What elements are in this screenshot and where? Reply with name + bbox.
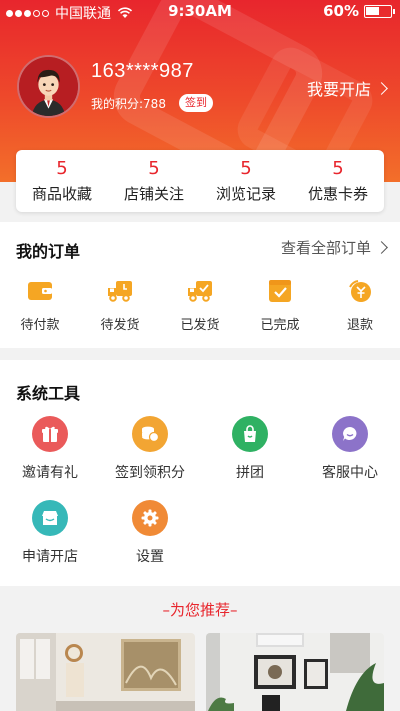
- refund-icon: [349, 280, 371, 302]
- order-pending-payment[interactable]: 待付款: [0, 278, 80, 333]
- stat-favorites[interactable]: 5 商品收藏: [16, 150, 108, 212]
- wallet-icon: [28, 282, 52, 300]
- battery-percent: 60%: [323, 2, 359, 20]
- tool-icon-circle: [32, 500, 68, 536]
- stat-count: 5: [240, 157, 252, 179]
- order-shipped[interactable]: 已发货: [160, 278, 240, 333]
- order-status-row: 待付款 待发货 已发货 已完成 退款: [0, 278, 400, 333]
- order-completed[interactable]: 已完成: [240, 278, 320, 333]
- tool-group-buy[interactable]: 拼团: [200, 416, 300, 482]
- tool-signin-points[interactable]: 签到领积分: [100, 416, 200, 482]
- tools-title: 系统工具: [16, 384, 81, 403]
- tool-label: 签到领积分: [115, 465, 185, 481]
- orders-title: 我的订单: [16, 242, 81, 261]
- username: 163****987: [91, 60, 194, 82]
- tool-label: 设置: [136, 549, 164, 565]
- coins-icon: [142, 426, 160, 443]
- tool-icon-circle: [232, 416, 268, 452]
- system-tools-section: 系统工具 邀请有礼 签到领积分 拼团 客服中心 申请开店 设置: [0, 360, 400, 586]
- status-bar: 中国联通 9:30AM 60%: [0, 0, 400, 22]
- recommend-product-card[interactable]: [16, 633, 195, 711]
- chevron-right-icon: [375, 81, 388, 95]
- stat-history[interactable]: 5 浏览记录: [200, 150, 292, 212]
- view-all-orders-link[interactable]: 查看全部订单: [280, 237, 388, 258]
- stats-card: 5 商品收藏 5 店铺关注 5 浏览记录 5 优惠卡券: [16, 150, 384, 212]
- store-icon: [42, 511, 58, 525]
- tool-icon-circle: [132, 416, 168, 452]
- stat-count: 5: [332, 157, 344, 179]
- tool-label: 客服中心: [322, 465, 378, 481]
- chat-icon: [343, 427, 357, 441]
- points-label: 我的积分:788: [91, 97, 166, 111]
- order-refund[interactable]: 退款: [320, 278, 400, 333]
- tool-icon-circle: [132, 500, 168, 536]
- open-store-link[interactable]: 我要开店: [306, 76, 388, 100]
- delivery-truck-icon: [108, 281, 132, 302]
- battery-icon: [364, 4, 395, 18]
- stat-followed-stores[interactable]: 5 店铺关注: [108, 150, 200, 212]
- tool-label: 申请开店: [22, 549, 78, 565]
- tool-icon-circle: [32, 416, 68, 452]
- stat-count: 5: [56, 157, 68, 179]
- recommend-title: –为您推荐–: [162, 601, 238, 619]
- shipped-truck-icon: [188, 281, 212, 302]
- chevron-right-icon: [375, 241, 388, 254]
- open-store-label: 我要开店: [306, 80, 371, 99]
- tool-invite[interactable]: 邀请有礼: [0, 416, 100, 482]
- view-all-label: 查看全部订单: [280, 239, 371, 257]
- shopping-bag-icon: [244, 425, 256, 442]
- tool-icon-circle: [332, 416, 368, 452]
- completed-box-icon: [269, 280, 291, 302]
- gift-icon: [42, 426, 58, 442]
- tool-customer-service[interactable]: 客服中心: [300, 416, 400, 482]
- order-label: 退款: [346, 318, 373, 333]
- stat-count: 5: [148, 157, 160, 179]
- tool-label: 邀请有礼: [22, 465, 78, 481]
- tool-label: 拼团: [236, 465, 264, 481]
- order-label: 已完成: [260, 318, 300, 333]
- order-label: 待付款: [20, 318, 60, 333]
- user-avatar-icon: [19, 57, 78, 116]
- stat-label: 优惠卡券: [307, 184, 368, 203]
- tool-settings[interactable]: 设置: [100, 500, 200, 566]
- avatar[interactable]: [17, 55, 80, 118]
- stat-coupons[interactable]: 5 优惠卡券: [292, 150, 384, 212]
- stat-label: 浏览记录: [215, 184, 276, 203]
- order-label: 已发货: [180, 318, 220, 333]
- recommend-product-card[interactable]: [206, 633, 384, 711]
- product-image: [206, 633, 384, 711]
- orders-section: 我的订单 查看全部订单 待付款 待发货 已发货 已完成 退款: [0, 222, 400, 348]
- gear-icon: [141, 509, 159, 527]
- order-label: 待发货: [100, 318, 140, 333]
- order-pending-shipment[interactable]: 待发货: [80, 278, 160, 333]
- stat-label: 商品收藏: [31, 184, 92, 203]
- tool-apply-store[interactable]: 申请开店: [0, 500, 100, 566]
- product-image: [16, 633, 195, 711]
- stat-label: 店铺关注: [123, 184, 184, 203]
- signin-button[interactable]: 签到: [179, 94, 213, 112]
